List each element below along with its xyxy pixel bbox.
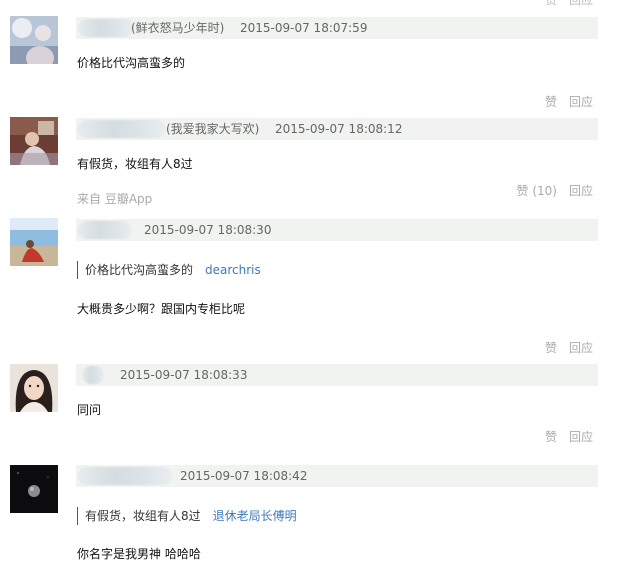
avatar[interactable]	[10, 218, 58, 266]
comment-actions: 赞 回应	[545, 429, 593, 445]
quoted-text: 价格比代沟高蛮多的	[85, 263, 194, 277]
like-button[interactable]: 赞	[545, 340, 557, 356]
comment-text: 大概贵多少啊？跟国内专柜比呢	[77, 302, 246, 316]
comment-actions: 赞 回应	[545, 94, 593, 110]
blurred-username	[78, 221, 132, 239]
comment-time: 2015-09-07 18:08:12	[275, 122, 403, 136]
blurred-username	[82, 366, 104, 384]
comment-time: 2015-09-07 18:08:30	[144, 223, 272, 237]
comment-text: 价格比代沟高蛮多的	[77, 56, 186, 70]
avatar[interactable]	[10, 465, 58, 513]
comment-time: 2015-09-07 18:08:42	[180, 469, 308, 483]
user-avatar-image	[10, 218, 58, 266]
blurred-username	[78, 19, 134, 37]
user-avatar-image	[10, 117, 58, 165]
avatar[interactable]	[10, 117, 58, 165]
user-avatar-image	[10, 16, 58, 64]
reply-button[interactable]: 回应	[569, 340, 593, 356]
comment-meta-bar: 2015-09-07 18:08:33	[76, 364, 598, 386]
comment-text: 同问	[77, 403, 102, 417]
like-button[interactable]: 赞	[545, 0, 557, 6]
like-button[interactable]: 赞 (10)	[517, 183, 557, 199]
user-avatar-image	[10, 465, 58, 513]
comment-meta-bar: 2015-09-07 18:08:30	[76, 219, 598, 241]
reply-button[interactable]: 回应	[569, 183, 593, 199]
comment-actions: 赞 (10) 回应	[517, 183, 593, 199]
username-suffix[interactable]: (我爱我家大写欢)	[166, 122, 259, 136]
reply-button[interactable]: 回应	[569, 94, 593, 110]
quoted-author-link[interactable]: 退休老局长傅明	[213, 509, 297, 523]
comment-meta-bar: 2015-09-07 18:08:42	[76, 465, 598, 487]
comment-text: 有假货，妆组有人8过	[77, 157, 193, 171]
like-button[interactable]: 赞	[545, 429, 557, 445]
prev-comment-actions: 赞 回应	[545, 0, 593, 6]
comment-meta-bar: (鲜衣怒马少年时) 2015-09-07 18:07:59	[76, 17, 598, 39]
username-suffix[interactable]: (鲜衣怒马少年时)	[131, 21, 224, 35]
like-button[interactable]: 赞	[545, 94, 557, 110]
comment-meta-bar: (我爱我家大写欢) 2015-09-07 18:08:12	[76, 118, 598, 140]
comment-source[interactable]: 来自 豆瓣App	[77, 191, 152, 207]
quoted-reply: 价格比代沟高蛮多的 dearchris	[77, 261, 261, 279]
blurred-username	[78, 120, 166, 138]
comment-text: 你名字是我男神 哈哈哈	[77, 547, 201, 561]
avatar[interactable]	[10, 16, 58, 64]
comment-actions: 赞 回应	[545, 340, 593, 356]
quoted-reply: 有假货，妆组有人8过 退休老局长傅明	[77, 507, 297, 525]
comment-time: 2015-09-07 18:07:59	[240, 21, 368, 35]
reply-button[interactable]: 回应	[569, 0, 593, 6]
quoted-text: 有假货，妆组有人8过	[85, 509, 201, 523]
quoted-author-link[interactable]: dearchris	[205, 263, 261, 277]
avatar[interactable]	[10, 364, 58, 412]
user-avatar-image	[10, 364, 58, 412]
blurred-username	[78, 467, 172, 485]
comment-time: 2015-09-07 18:08:33	[120, 368, 248, 382]
reply-button[interactable]: 回应	[569, 429, 593, 445]
